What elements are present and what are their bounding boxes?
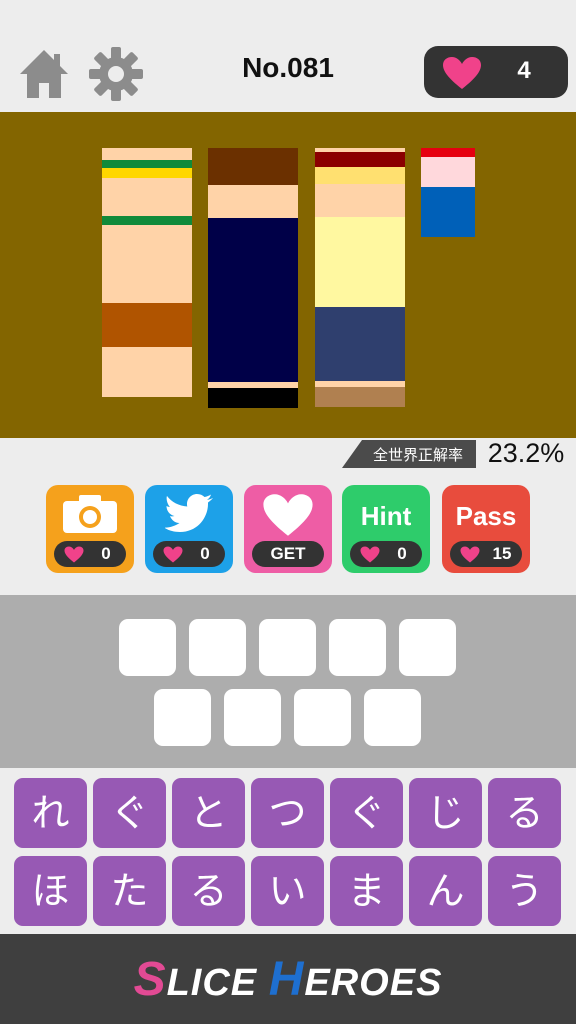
slice-3-band bbox=[315, 381, 405, 387]
puzzle-canvas bbox=[0, 112, 576, 438]
settings-button[interactable] bbox=[88, 44, 144, 104]
camera-icon bbox=[63, 495, 117, 533]
letter-key[interactable]: る bbox=[172, 856, 245, 926]
slice-1-band bbox=[102, 303, 192, 347]
slice-4-band bbox=[421, 157, 475, 187]
slice-1-band bbox=[102, 225, 192, 303]
answer-slot[interactable] bbox=[119, 619, 176, 676]
letter-key[interactable]: つ bbox=[251, 778, 324, 848]
letter-key[interactable]: ぐ bbox=[93, 778, 166, 848]
app-logo: SLICE HEROES bbox=[0, 952, 576, 1007]
letter-key[interactable]: ま bbox=[330, 856, 403, 926]
slice-2-band bbox=[208, 148, 298, 185]
slice-4-band bbox=[421, 187, 475, 237]
slice-3-band bbox=[315, 184, 405, 217]
answer-slot[interactable] bbox=[294, 689, 351, 746]
get-hearts-button[interactable]: GET bbox=[244, 485, 332, 573]
slice-3-band bbox=[315, 167, 405, 184]
letter-key[interactable]: れ bbox=[14, 778, 87, 848]
hint-label: Hint bbox=[360, 501, 412, 531]
twitter-count: 0 bbox=[200, 544, 210, 563]
slice-2-band bbox=[208, 185, 298, 218]
get-label: GET bbox=[270, 544, 306, 563]
heart-icon bbox=[64, 546, 84, 563]
slice-1-band bbox=[102, 347, 192, 397]
camera-cost: 0 bbox=[54, 541, 126, 567]
slice-1-band bbox=[102, 178, 192, 216]
letter-key[interactable]: い bbox=[251, 856, 324, 926]
answer-slot[interactable] bbox=[364, 689, 421, 746]
pass-count: 15 bbox=[492, 544, 512, 563]
puzzle-image bbox=[0, 112, 576, 438]
slice-2-band bbox=[208, 382, 298, 388]
letter-key[interactable]: う bbox=[488, 856, 561, 926]
slice-1-band bbox=[102, 148, 192, 160]
logo-h: H bbox=[268, 953, 305, 1006]
slice-4-band bbox=[421, 148, 475, 157]
pass-label: Pass bbox=[455, 501, 517, 531]
heart-icon bbox=[460, 546, 480, 563]
camera-count: 0 bbox=[101, 544, 111, 563]
answer-slot[interactable] bbox=[154, 689, 211, 746]
slice-2-band bbox=[208, 388, 298, 408]
top-bar: No.081 4 bbox=[0, 0, 576, 112]
letter-key[interactable]: ん bbox=[409, 856, 482, 926]
logo-lice: LICE bbox=[166, 962, 258, 1004]
letter-key[interactable]: る bbox=[488, 778, 561, 848]
answer-area bbox=[0, 595, 576, 768]
rate-label: 全世界正解率 bbox=[372, 446, 463, 464]
heart-icon bbox=[443, 57, 481, 89]
letter-key[interactable]: じ bbox=[409, 778, 482, 848]
slice-1-band bbox=[102, 168, 192, 178]
slice-3-band bbox=[315, 307, 405, 381]
letter-keyboard: れ ぐ と つ ぐ じ る ほ た る い ま ん う bbox=[0, 768, 576, 934]
twitter-button[interactable]: 0 bbox=[145, 485, 233, 573]
heart-icon bbox=[263, 494, 313, 536]
slice-2-band bbox=[208, 218, 298, 382]
hint-button[interactable]: Hint 0 bbox=[342, 485, 430, 573]
rate-value: 23.2% bbox=[487, 438, 565, 468]
letter-key[interactable]: と bbox=[172, 778, 245, 848]
gear-icon bbox=[89, 47, 143, 101]
answer-slot[interactable] bbox=[399, 619, 456, 676]
twitter-cost: 0 bbox=[153, 541, 225, 567]
logo-s: S bbox=[133, 953, 167, 1006]
answer-slot[interactable] bbox=[224, 689, 281, 746]
answer-slot[interactable] bbox=[189, 619, 246, 676]
twitter-bird-icon bbox=[165, 494, 213, 532]
pass-cost: 15 bbox=[450, 541, 522, 567]
letter-key[interactable]: ぐ bbox=[330, 778, 403, 848]
letter-key[interactable]: た bbox=[93, 856, 166, 926]
answer-slot[interactable] bbox=[329, 619, 386, 676]
slice-1-band bbox=[102, 216, 192, 225]
footer-banner: SLICE HEROES bbox=[0, 934, 576, 1024]
level-number: No.081 bbox=[242, 52, 334, 83]
heart-icon bbox=[163, 546, 183, 563]
slice-1-band bbox=[102, 160, 192, 168]
slice-3-band bbox=[315, 217, 405, 307]
get-hearts-pill: GET bbox=[252, 541, 324, 567]
camera-button[interactable]: 0 bbox=[46, 485, 134, 573]
letter-key[interactable]: ほ bbox=[14, 856, 87, 926]
lives-count: 4 bbox=[517, 57, 531, 84]
home-button[interactable] bbox=[16, 44, 72, 104]
lives-counter: 4 bbox=[424, 46, 568, 98]
logo-eroes: EROES bbox=[304, 962, 443, 1004]
hint-count: 0 bbox=[397, 544, 407, 563]
slice-3-band bbox=[315, 152, 405, 167]
answer-slot[interactable] bbox=[259, 619, 316, 676]
pass-button[interactable]: Pass 15 bbox=[442, 485, 530, 573]
slice-3-band bbox=[315, 387, 405, 407]
hint-cost: 0 bbox=[350, 541, 422, 567]
home-icon bbox=[20, 50, 68, 98]
heart-icon bbox=[360, 546, 380, 563]
slice-3-band bbox=[315, 148, 405, 152]
